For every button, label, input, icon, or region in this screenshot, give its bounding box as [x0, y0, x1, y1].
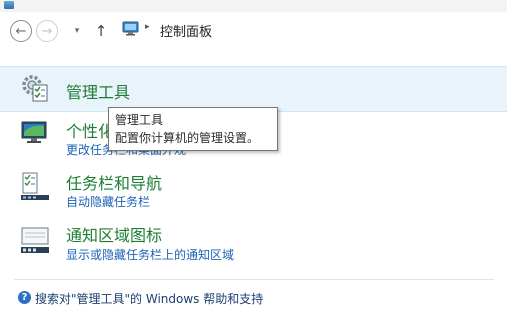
personalization-title[interactable]: 个性化 — [66, 118, 114, 142]
chevron-down-icon: ▾ — [74, 26, 80, 36]
help-icon[interactable]: ? — [18, 291, 31, 304]
up-button[interactable]: ↑ — [93, 21, 109, 41]
breadcrumb-control-panel[interactable]: 控制面板 — [160, 21, 212, 40]
up-arrow-icon: ↑ — [94, 22, 108, 40]
notification-area-title[interactable]: 通知区域图标 — [66, 222, 162, 246]
back-button[interactable]: ← — [10, 20, 32, 42]
back-arrow-icon: ← — [15, 23, 27, 39]
control-panel-address-icon — [122, 21, 139, 36]
notification-area-icon — [21, 227, 49, 253]
recent-locations-button[interactable]: ▾ — [70, 22, 84, 40]
list-item-taskbar-navigation[interactable]: 任务栏和导航 自动隐藏任务栏 — [0, 166, 507, 214]
admin-tools-tooltip: 管理工具 配置你计算机的管理设置。 — [108, 107, 278, 151]
forward-arrow-icon: → — [41, 23, 53, 39]
tooltip-title: 管理工具 — [115, 113, 164, 127]
admin-tools-title[interactable]: 管理工具 — [66, 79, 130, 103]
breadcrumb-separator-icon: ▸ — [145, 22, 150, 32]
taskbar-navigation-icon — [21, 172, 49, 200]
list-item-notification-area[interactable]: 通知区域图标 显示或隐藏任务栏上的通知区域 — [0, 218, 507, 268]
section-divider — [14, 279, 494, 280]
navigation-bar: ← → ▾ ↑ ▸ 控制面板 — [0, 12, 507, 50]
control-panel-icon — [4, 1, 14, 9]
taskbar-navigation-description[interactable]: 自动隐藏任务栏 — [66, 193, 150, 210]
taskbar-navigation-title[interactable]: 任务栏和导航 — [66, 170, 162, 194]
list-item-admin-tools[interactable]: 管理工具 — [0, 66, 507, 112]
help-search-link[interactable]: 搜索对"管理工具"的 Windows 帮助和支持 — [35, 290, 263, 307]
tooltip-text: 配置你计算机的管理设置。 — [115, 131, 260, 145]
personalization-icon — [21, 121, 47, 143]
notification-area-description[interactable]: 显示或隐藏任务栏上的通知区域 — [66, 246, 234, 263]
admin-tools-icon — [22, 75, 48, 102]
forward-button[interactable]: → — [36, 20, 58, 42]
